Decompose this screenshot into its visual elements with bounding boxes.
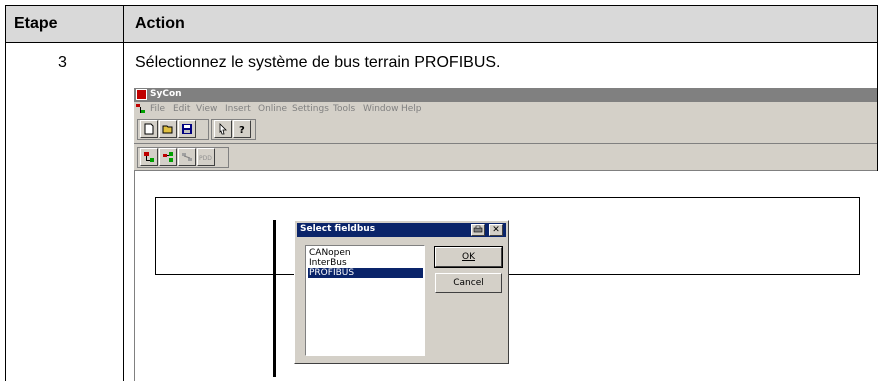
menu-help[interactable]: Help (401, 104, 422, 114)
menu-window[interactable]: Window (363, 104, 399, 114)
fieldbus-listbox[interactable]: CANopen InterBus PROFIBUS (305, 245, 425, 356)
floppy-disk-icon (182, 124, 192, 134)
sycon-window-screenshot: SyCon File Edit View Insert Online Setti… (134, 88, 878, 381)
header-action: Action (135, 15, 185, 32)
select-fieldbus-dialog: Select fieldbus ✕ CANopen InterBus PROFI… (294, 220, 509, 364)
instruction-table: Etape Action 3 Sélectionnez le système d… (5, 5, 878, 381)
menu-file[interactable]: File (150, 104, 165, 114)
column-divider (123, 6, 124, 381)
dialog-title: Select fieldbus (300, 224, 376, 234)
cancel-button-label: Cancel (453, 278, 484, 288)
menu-online[interactable]: Online (258, 104, 287, 114)
menu-insert[interactable]: Insert (225, 104, 251, 114)
ok-button[interactable]: OK (434, 246, 503, 268)
insert-master-button[interactable] (140, 148, 158, 166)
table-header-row: Etape Action (6, 6, 877, 43)
list-item-selected[interactable]: PROFIBUS (308, 268, 423, 278)
list-item[interactable]: InterBus (308, 258, 423, 268)
open-file-button[interactable] (159, 120, 177, 138)
open-folder-icon (162, 125, 173, 134)
save-file-button[interactable] (178, 120, 196, 138)
new-file-icon (144, 123, 154, 135)
menu-tools[interactable]: Tools (333, 104, 355, 114)
app-title: SyCon (150, 89, 182, 99)
cursor-help-icon (219, 123, 227, 135)
pdd-button[interactable]: PDD (197, 148, 215, 166)
dialog-titlebar: Select fieldbus ✕ (297, 223, 506, 237)
bus-line (273, 220, 276, 377)
network-config-icon (182, 153, 192, 161)
menu-settings[interactable]: Settings (292, 104, 329, 114)
menu-edit[interactable]: Edit (173, 104, 190, 114)
app-titlebar: SyCon (134, 88, 877, 102)
pdd-label: PDD (199, 155, 212, 162)
cancel-button[interactable]: Cancel (435, 273, 502, 293)
dialog-close-button[interactable]: ✕ (489, 224, 503, 236)
document-tree-icon (136, 104, 145, 113)
new-file-button[interactable] (140, 120, 158, 138)
menu-bar: File Edit View Insert Online Settings To… (134, 102, 877, 116)
list-item[interactable]: CANopen (308, 248, 423, 258)
insert-device-button[interactable] (159, 148, 177, 166)
question-mark-icon: ? (239, 125, 245, 135)
ok-button-label: OK (462, 252, 475, 262)
help-button[interactable]: ? (233, 120, 251, 138)
printer-icon (473, 225, 483, 233)
device-config-button[interactable] (178, 148, 196, 166)
svg-text:?: ? (239, 125, 245, 135)
network-toolbar: PDD (134, 144, 877, 171)
main-toolbar: ? (134, 116, 877, 144)
pdd-icon: PDD (199, 155, 212, 162)
dialog-print-button[interactable] (471, 224, 485, 236)
master-node-icon (144, 152, 154, 162)
step-number: 3 (58, 54, 67, 71)
menu-view[interactable]: View (196, 104, 217, 114)
slave-node-icon (163, 152, 173, 162)
sycon-app-icon (136, 89, 147, 100)
network-view-workarea[interactable]: Select fieldbus ✕ CANopen InterBus PROFI… (134, 171, 878, 381)
close-icon: ✕ (492, 225, 500, 235)
step-instruction: Sélectionnez le système de bus terrain P… (135, 54, 501, 71)
header-etape: Etape (14, 15, 58, 32)
help-pointer-button[interactable] (214, 120, 232, 138)
